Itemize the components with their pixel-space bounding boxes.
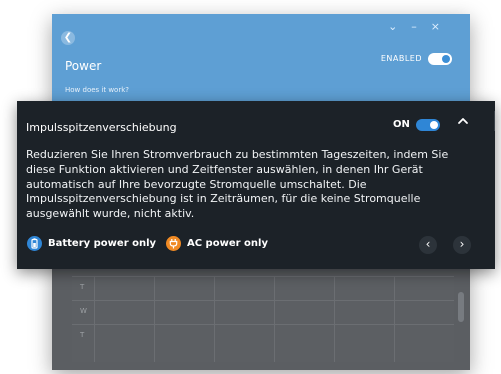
schedule-row: T: [72, 276, 454, 301]
battery-mode-label: Battery power only: [48, 237, 157, 249]
peak-shift-toggle[interactable]: [416, 119, 440, 131]
battery-mode-item[interactable]: Battery power only: [27, 235, 156, 251]
app-header: ❮ ⌄–× Power How does it work? ENABLED: [52, 14, 470, 104]
next-button[interactable]: ›: [453, 236, 471, 254]
window-controls: ⌄–×: [388, 20, 454, 33]
grid-line: [274, 276, 275, 362]
grid-line: [94, 276, 95, 362]
divider: [494, 111, 495, 131]
toggle-label: ON: [393, 119, 410, 130]
day-label: T: [80, 283, 85, 291]
plug-icon: [166, 235, 181, 251]
chevron-down-icon[interactable]: ⌄: [388, 20, 411, 33]
close-icon[interactable]: ×: [431, 20, 454, 33]
how-does-it-work-link[interactable]: How does it work?: [65, 86, 129, 94]
ac-mode-label: AC power only: [187, 237, 268, 249]
enabled-toggle[interactable]: [428, 53, 452, 65]
back-button[interactable]: ❮: [61, 31, 75, 45]
minimize-icon[interactable]: –: [411, 20, 431, 33]
card-title: Impulsspitzenverschiebung: [26, 121, 177, 134]
schedule-row: W: [72, 300, 454, 325]
grid-line: [334, 276, 335, 362]
battery-icon: [27, 235, 42, 251]
schedule-grid: T W T: [72, 276, 454, 362]
grid-line: [214, 276, 215, 362]
card-description: Reduzieren Sie Ihren Stromverbrauch zu b…: [26, 148, 449, 221]
chevron-left-icon: ‹: [425, 237, 431, 251]
chevron-up-icon[interactable]: [456, 114, 470, 128]
schedule-row: T: [72, 324, 454, 349]
chevron-right-icon: ›: [459, 237, 465, 251]
ac-mode-item[interactable]: AC power only: [166, 235, 268, 251]
peak-shift-card: Impulsspitzenverschiebung ON Reduzieren …: [17, 101, 495, 269]
previous-button[interactable]: ‹: [419, 236, 437, 254]
grid-line: [394, 276, 395, 362]
enabled-label: ENABLED: [380, 54, 422, 63]
day-label: T: [80, 331, 85, 339]
page-title: Power: [65, 59, 102, 73]
grid-line: [154, 276, 155, 362]
scrollbar-thumb[interactable]: [458, 292, 464, 322]
day-label: W: [80, 307, 87, 315]
